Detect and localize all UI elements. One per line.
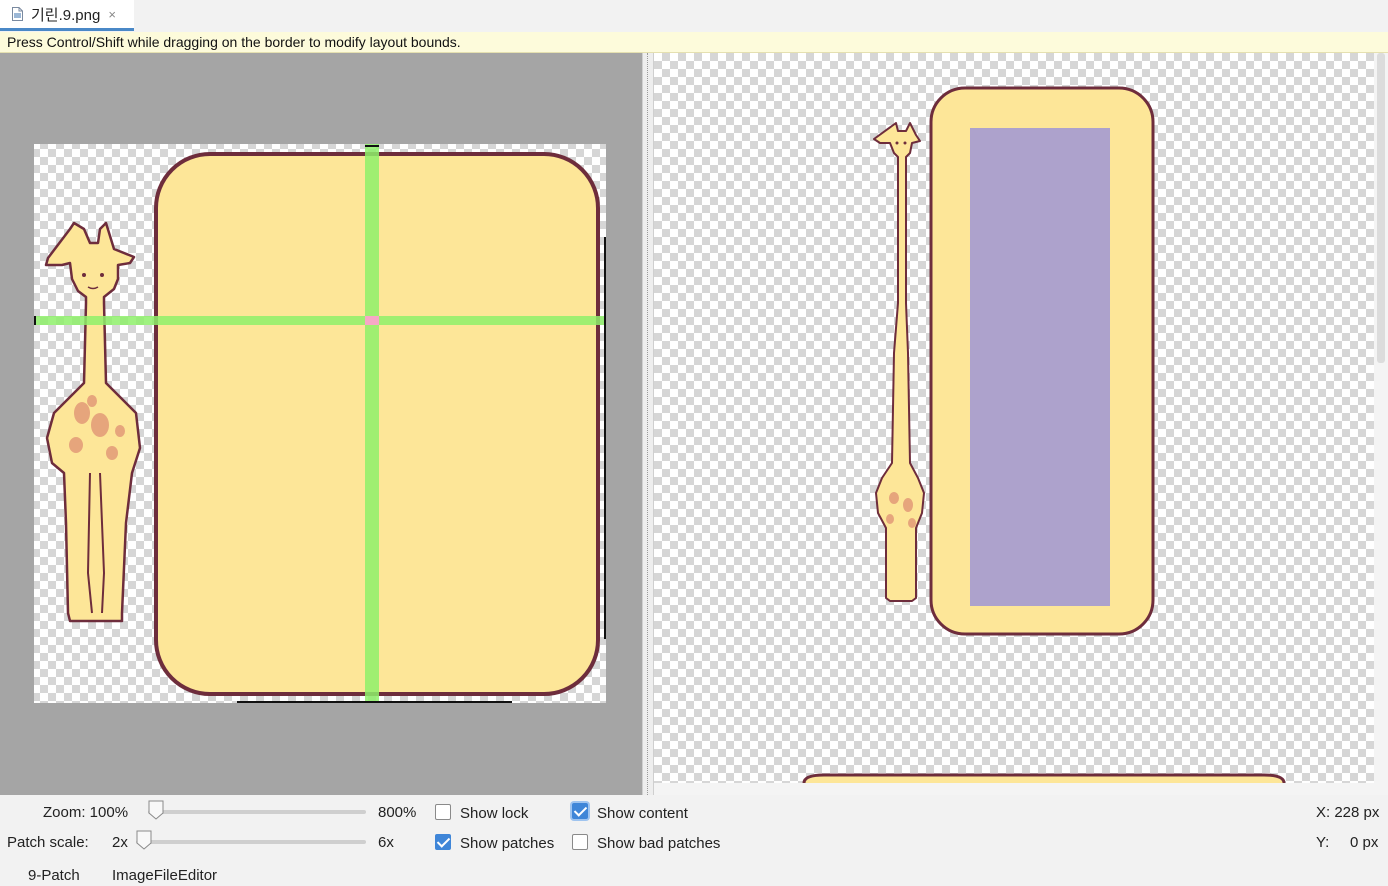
preview-horizontal-scrollbar[interactable] [654, 783, 1374, 795]
show-lock-checkbox[interactable] [435, 804, 451, 820]
patch-scale-min-label: 2x [112, 834, 128, 851]
show-patches-checkbox[interactable] [435, 834, 451, 850]
patch-scale-label: Patch scale: [7, 834, 89, 851]
zoom-max-label: 800% [378, 804, 417, 821]
show-lock-label[interactable]: Show lock [460, 805, 528, 822]
show-bad-patches-label[interactable]: Show bad patches [597, 835, 720, 852]
show-bad-patches-checkbox[interactable] [572, 834, 588, 850]
zoom-label: Zoom: 100% [43, 804, 129, 821]
stretch-preview-pane [654, 53, 1374, 783]
splitter-grip [647, 53, 650, 795]
content-area-highlight [970, 128, 1110, 606]
show-content-checkbox[interactable] [572, 803, 588, 819]
editor-mode-tabs: 9-Patch ImageFileEditor [0, 862, 1388, 886]
y-coordinate-value: 0 px [1350, 834, 1379, 851]
editor-tab-bar: 기린.9.png × [0, 0, 1388, 33]
top-stretch-marker [365, 145, 379, 147]
bottom-padding-marker [237, 701, 512, 703]
horizontal-stretch-patch [34, 316, 606, 325]
close-tab-icon[interactable]: × [108, 7, 116, 22]
image-file-icon [12, 7, 23, 21]
patch-intersection [365, 316, 379, 325]
vertical-stretch-patch [365, 144, 379, 703]
tab-image-file-editor[interactable]: ImageFileEditor [112, 867, 217, 884]
left-stretch-marker [34, 316, 36, 325]
hint-banner: Press Control/Shift while dragging on th… [0, 32, 1388, 53]
patch-scale-max-label: 6x [378, 834, 394, 851]
preview-giraffe [873, 122, 925, 602]
editor-controls: Zoom: 100% 800% Patch scale: 2x 6x Show … [0, 795, 1388, 855]
right-padding-marker [604, 237, 606, 639]
y-coordinate-label: Y: [1316, 834, 1330, 851]
pane-splitter[interactable] [642, 53, 654, 795]
show-content-label[interactable]: Show content [597, 805, 688, 822]
patch-scale-slider[interactable] [136, 840, 366, 844]
x-coordinate-readout: X: 228 px [1316, 804, 1380, 821]
preview-next-box-edge [802, 773, 1286, 783]
zoom-slider-thumb[interactable] [148, 800, 164, 820]
zoom-slider[interactable] [148, 810, 366, 814]
file-tab[interactable]: 기린.9.png × [0, 0, 134, 31]
vertical-scrollbar-thumb[interactable] [1377, 53, 1385, 363]
preview-vertical-scrollbar[interactable] [1374, 53, 1388, 795]
tab-9-patch[interactable]: 9-Patch [28, 867, 80, 884]
show-patches-label[interactable]: Show patches [460, 835, 554, 852]
file-tab-title: 기린.9.png [31, 6, 101, 24]
nine-patch-edit-canvas[interactable] [0, 53, 642, 795]
patch-scale-slider-thumb[interactable] [136, 830, 152, 850]
